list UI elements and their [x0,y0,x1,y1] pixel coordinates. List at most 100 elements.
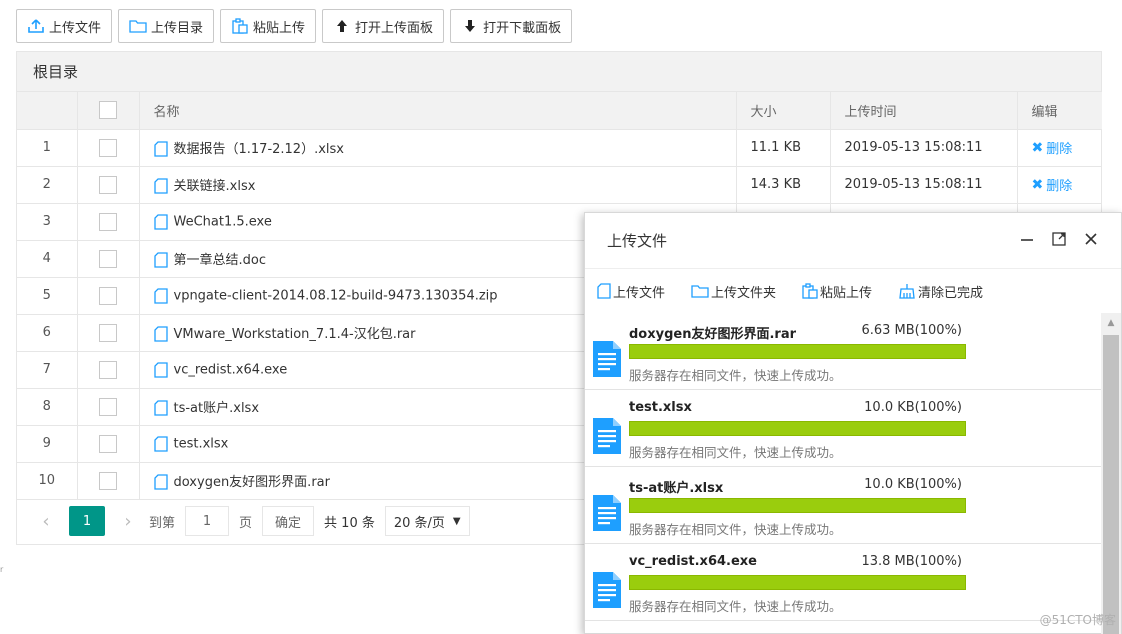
row-checkbox[interactable] [99,471,117,490]
row-index: 5 [17,277,78,315]
upload-file-button[interactable]: 上传文件 [16,9,113,43]
file-size: 11.1 KB [736,129,831,167]
file-name[interactable]: test.xlsx [174,436,229,451]
prev-page-icon[interactable]: ‹ [31,511,61,532]
file-icon [153,141,168,157]
goto-confirm-button[interactable]: 确定 [262,506,315,536]
select-all-checkbox[interactable] [99,101,117,120]
header-size[interactable]: 大小 [736,92,831,130]
table-row[interactable]: 1 数据报告（1.17-2.12）.xlsx 11.1 KB 2019-05-13 1… [17,129,1102,167]
row-checkbox-cell [77,462,140,500]
upload-item-name: test.xlsx [629,400,692,415]
file-icon [153,435,168,452]
row-index: 2 [17,166,78,204]
file-icon [153,474,168,490]
arrow-down-icon [461,18,479,34]
row-checkbox[interactable] [99,434,117,453]
upload-item[interactable]: ts-at账户.xlsx 10.0 KB(100%) 服务器存在相同文件，快速上传成… [585,467,1101,544]
scroll-up-icon[interactable]: ▲ [1101,313,1121,333]
upload-item[interactable]: vc_redist.x64.exe 13.8 MB(100%) 服务器存在相同文件，… [585,544,1101,621]
file-name-cell[interactable]: 关联链接.xlsx [139,166,737,204]
folder-icon [129,18,147,34]
upload-dialog: 上传文件 上传文件 上传文件夹 粘贴上传 清除已完成 doxygen友好图形界面… [584,212,1122,634]
file-name-cell[interactable]: 数据报告（1.17-2.12）.xlsx [139,129,737,167]
file-name[interactable]: 第一章总结.doc [174,253,267,268]
table-row[interactable]: 2 关联链接.xlsx 14.3 KB 2019-05-13 15:08:11 ✖ 删除 [17,166,1102,204]
row-index: 9 [17,425,78,463]
row-index: 8 [17,388,78,426]
file-name[interactable]: 关联链接.xlsx [174,179,256,194]
row-checkbox[interactable] [99,175,117,194]
file-icon [153,361,168,378]
file-icon [153,287,168,304]
document-icon [593,418,621,454]
table-header: 名称 大小 上传时间 编辑 [17,92,1102,130]
delete-button[interactable]: ✖ 删除 [1031,138,1073,158]
header-time[interactable]: 上传时间 [830,92,1018,130]
scroll-thumb[interactable] [1103,335,1119,634]
file-name[interactable]: vpngate-client-2014.08.12-build-9473.130… [174,288,498,303]
header-checkbox-cell [77,92,140,130]
per-page-value: 20 条/页 [393,515,445,531]
dialog-clear-done-button[interactable]: 清除已完成 [898,282,983,301]
upload-item-message: 服务器存在相同文件，快速上传成功。 [629,599,842,614]
minimize-icon[interactable] [1017,229,1037,249]
dialog-upload-file-button[interactable]: 上传文件 [597,282,665,301]
delete-x-icon: ✖ [1031,139,1044,156]
row-index: 6 [17,314,78,352]
upload-item[interactable]: test.xlsx 10.0 KB(100%) 服务器存在相同文件，快速上传成功。 [585,390,1101,467]
delete-button[interactable]: ✖ 删除 [1031,175,1073,195]
upload-item-name: doxygen友好图形界面.rar [629,327,797,342]
dialog-paste-upload-button[interactable]: 粘贴上传 [802,282,872,301]
clipboard-icon [231,18,249,34]
dialog-title: 上传文件 [607,232,668,250]
row-checkbox-cell [77,203,140,241]
maximize-icon[interactable] [1049,229,1069,249]
open-download-panel-label: 打开下載面板 [483,20,562,36]
paste-upload-button[interactable]: 粘贴上传 [220,9,317,43]
row-checkbox[interactable] [99,249,117,268]
document-icon [593,495,621,531]
upload-icon [27,18,45,34]
delete-x-icon: ✖ [1031,176,1044,193]
document-icon [593,341,621,377]
pagination: ‹ 1 › 到第 1 页 确定 共 10 条 20 条/页 ▼ [31,503,470,539]
next-page-icon[interactable]: › [113,511,143,532]
row-checkbox-cell [77,166,140,204]
file-name[interactable]: WeChat1.5.exe [174,214,272,229]
goto-page-input[interactable]: 1 [185,506,230,536]
file-icon [597,283,611,299]
upload-dir-button[interactable]: 上传目录 [118,9,215,43]
open-download-panel-button[interactable]: 打开下載面板 [450,9,573,43]
page-label: 页 [239,515,253,531]
row-checkbox[interactable] [99,138,117,157]
row-checkbox[interactable] [99,360,117,379]
file-name[interactable]: doxygen友好图形界面.rar [174,475,330,490]
close-icon[interactable] [1081,229,1101,249]
dialog-controls [1017,229,1101,249]
upload-item-size: 10.0 KB(100%) [864,477,962,492]
current-page[interactable]: 1 [69,506,105,536]
toolbar: 上传文件 上传目录 粘贴上传 打开上传面板 打开下載面板 [16,9,573,43]
dialog-upload-folder-button[interactable]: 上传文件夹 [691,282,776,301]
upload-list-scrollbar[interactable]: ▲ [1101,313,1121,634]
row-checkbox[interactable] [99,323,117,342]
row-checkbox[interactable] [99,286,117,305]
file-icon [153,252,168,268]
file-name[interactable]: 数据报告（1.17-2.12）.xlsx [174,142,345,157]
per-page-select[interactable]: 20 条/页 ▼ [384,506,470,536]
row-checkbox[interactable] [99,212,117,231]
row-index: 3 [17,203,78,241]
upload-item-size: 10.0 KB(100%) [864,400,962,415]
row-index: 1 [17,129,78,167]
file-name[interactable]: ts-at账户.xlsx [174,401,260,416]
upload-item[interactable]: doxygen友好图形界面.rar 6.63 MB(100%) 服务器存在相同文件，… [585,313,1101,390]
row-checkbox-cell [77,314,140,352]
file-name[interactable]: vc_redist.x64.exe [174,362,288,377]
upload-item-size: 6.63 MB(100%) [861,323,962,338]
open-upload-panel-button[interactable]: 打开上传面板 [322,9,445,43]
file-name[interactable]: VMware_Workstation_7.1.4-汉化包.rar [174,327,416,342]
header-name[interactable]: 名称 [139,92,737,130]
total-count: 共 10 条 [324,515,375,531]
row-checkbox[interactable] [99,397,117,416]
